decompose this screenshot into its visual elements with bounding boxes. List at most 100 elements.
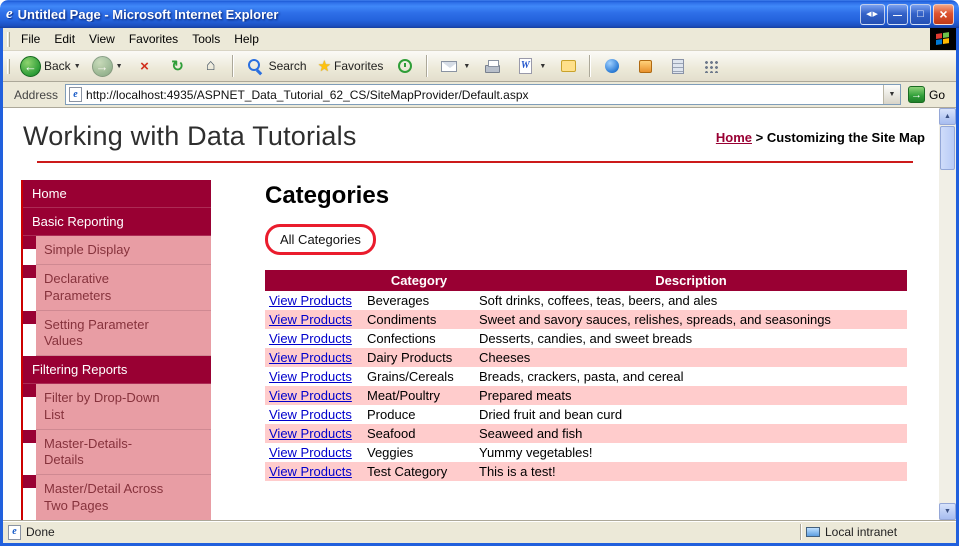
refresh-icon: ↻ <box>171 58 184 75</box>
view-products-link[interactable]: View Products <box>269 407 352 422</box>
forward-button[interactable]: → ▼ <box>87 54 128 79</box>
address-url[interactable]: http://localhost:4935/ASPNET_Data_Tutori… <box>86 88 879 102</box>
back-dropdown-icon[interactable]: ▼ <box>74 63 81 70</box>
view-products-link[interactable]: View Products <box>269 464 352 479</box>
refresh-button[interactable]: ↻ <box>162 53 194 79</box>
address-bar: Address e http://localhost:4935/ASPNET_D… <box>3 82 956 108</box>
edit-button[interactable]: W ▼ <box>509 53 551 79</box>
sidebar-item-master-detail-across-two-pages[interactable]: Master/Detail Across Two Pages <box>23 475 211 520</box>
category-cell: Veggies <box>367 445 414 460</box>
back-button[interactable]: ← Back ▼ <box>15 54 86 79</box>
scroll-down-button[interactable]: ▼ <box>939 503 956 520</box>
sidebar-item-declarative-parameters[interactable]: Declarative Parameters <box>23 265 211 311</box>
sidebar-item-label: Master-Details-Details <box>44 435 133 467</box>
minimize-button[interactable]: — <box>887 3 908 25</box>
view-products-link[interactable]: View Products <box>269 312 352 327</box>
stop-button[interactable]: × <box>129 53 161 79</box>
title-bar: e Untitled Page - Microsoft Internet Exp… <box>0 0 959 28</box>
calculator-icon <box>672 58 685 74</box>
mail-button[interactable]: ▼ <box>433 53 475 79</box>
close-button[interactable]: × <box>933 3 954 25</box>
windows-flag-icon <box>936 32 950 46</box>
favorites-button[interactable]: ★ Favorites <box>313 55 389 77</box>
table-header-row: Category Description <box>265 270 907 291</box>
messenger-button[interactable] <box>596 53 628 79</box>
sidebar-item-label: Basic Reporting <box>32 214 124 229</box>
category-cell: Meat/Poultry <box>363 386 475 405</box>
description-cell: This is a test! <box>475 462 907 481</box>
calculator-button[interactable] <box>662 53 694 79</box>
mail-dropdown-icon[interactable]: ▼ <box>463 63 470 70</box>
breadcrumb-separator: > <box>755 130 764 145</box>
status-left: e Done <box>8 524 55 540</box>
main-content: Categories All Categories Category Descr… <box>211 180 939 520</box>
address-label: Address <box>14 87 59 102</box>
sidebar-item-master-details-details[interactable]: Master-Details-Details <box>23 429 211 476</box>
status-zone-label: Local intranet <box>825 525 898 539</box>
view-products-link[interactable]: View Products <box>269 426 352 441</box>
toolbar-separator <box>426 55 429 77</box>
view-products-link[interactable]: View Products <box>269 331 352 346</box>
sidebar-item-basic-reporting[interactable]: Basic Reporting <box>23 208 211 236</box>
category-cell: Condiments <box>363 310 475 329</box>
stop-icon: × <box>140 57 149 75</box>
menu-favorites[interactable]: Favorites <box>122 29 185 49</box>
address-dropdown-button[interactable]: ▼ <box>882 85 900 104</box>
vertical-scrollbar[interactable]: ▲ ▼ <box>939 108 956 520</box>
menu-edit[interactable]: Edit <box>47 29 82 49</box>
browser-viewport: Working with Data Tutorials Home > Custo… <box>3 108 956 520</box>
window-arrows-button[interactable]: ◀▶ <box>860 3 885 25</box>
menu-help[interactable]: Help <box>227 29 266 49</box>
view-products-link[interactable]: View Products <box>269 388 352 403</box>
window-frame: File Edit View Favorites Tools Help ← Ba… <box>0 28 959 546</box>
search-button[interactable]: Search <box>239 53 312 79</box>
toolbar-grip <box>7 58 10 74</box>
category-cell: Beverages <box>367 293 430 308</box>
research-icon <box>638 59 652 73</box>
discuss-button[interactable] <box>552 53 584 79</box>
view-products-link[interactable]: View Products <box>269 293 352 308</box>
go-icon: → <box>907 86 925 103</box>
sidebar-item-setting-parameter-values[interactable]: Setting Parameter Values <box>23 310 211 357</box>
description-cell: Dried fruit and bean curd <box>479 407 623 422</box>
breadcrumb: Home > Customizing the Site Map <box>716 130 925 145</box>
web-page: Working with Data Tutorials Home > Custo… <box>3 108 939 520</box>
scroll-up-button[interactable]: ▲ <box>939 108 956 125</box>
header-rule <box>37 161 913 163</box>
table-row: View Products Test Category This is a te… <box>265 462 907 481</box>
menu-view[interactable]: View <box>82 29 122 49</box>
status-divider <box>800 524 802 540</box>
menu-tools[interactable]: Tools <box>185 29 227 49</box>
go-button[interactable]: → Go <box>906 86 953 103</box>
view-products-link[interactable]: View Products <box>269 350 352 365</box>
sidebar-nav: Home Basic Reporting Simple Display Decl… <box>21 180 211 520</box>
windows-logo-throbber <box>930 28 956 50</box>
view-products-link[interactable]: View Products <box>269 445 352 460</box>
maximize-button[interactable]: □ <box>910 3 931 25</box>
scroll-thumb[interactable] <box>940 126 955 170</box>
category-cell: Test Category <box>363 462 475 481</box>
sidebar-item-filtering-reports[interactable]: Filtering Reports <box>23 356 211 385</box>
sidebar-item-simple-display[interactable]: Simple Display <box>23 236 211 266</box>
menu-file[interactable]: File <box>14 29 47 49</box>
table-row: View Products Veggies Yummy vegetables! <box>265 443 907 462</box>
history-button[interactable] <box>389 53 421 79</box>
all-categories-link-annotated[interactable]: All Categories <box>265 224 376 255</box>
research-button[interactable] <box>629 53 661 79</box>
forward-dropdown-icon[interactable]: ▼ <box>116 63 123 70</box>
header-category: Category <box>363 270 475 291</box>
home-button[interactable]: ⌂ <box>195 53 227 79</box>
print-button[interactable] <box>476 53 508 79</box>
view-products-link[interactable]: View Products <box>269 369 352 384</box>
sidebar-item-label: Master/Detail Across Two Pages <box>44 481 164 513</box>
description-cell: Yummy vegetables! <box>479 445 593 460</box>
tiles-button[interactable] <box>695 53 727 79</box>
back-icon: ← <box>20 55 41 77</box>
breadcrumb-home-link[interactable]: Home <box>716 130 752 145</box>
sidebar-item-filter-by-dropdown-list[interactable]: Filter by Drop-Down List <box>23 384 211 430</box>
category-cell: Seafood <box>363 424 475 443</box>
sidebar-item-home[interactable]: Home <box>23 180 211 208</box>
address-input[interactable]: e http://localhost:4935/ASPNET_Data_Tuto… <box>65 84 901 105</box>
categories-table: Category Description View Products Bever… <box>265 270 907 481</box>
edit-dropdown-icon[interactable]: ▼ <box>539 63 546 70</box>
